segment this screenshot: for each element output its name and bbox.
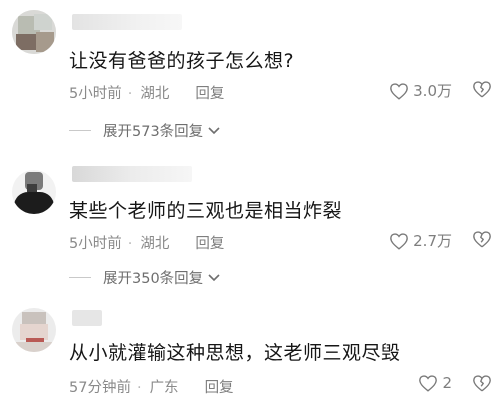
comment-text: 让没有爸爸的孩子怎么想? — [69, 50, 295, 72]
like-button[interactable]: 2.7万 — [389, 230, 452, 251]
reply-button[interactable]: 回复 — [195, 232, 224, 253]
meta-separator: · — [136, 380, 142, 396]
like-count: 2.7万 — [413, 232, 452, 250]
chevron-down-icon — [208, 273, 220, 281]
comment-item: 某些个老师的三观也是相当炸裂 5小时前 · 湖北 回复 2.7万 展开350条回复 — [0, 150, 500, 300]
comment-location: 湖北 — [140, 86, 170, 102]
broken-heart-icon — [473, 375, 491, 392]
expand-replies-label: 展开573条回复 — [103, 124, 204, 140]
meta-separator: · — [127, 86, 133, 102]
broken-heart-icon — [473, 81, 491, 98]
comment-location: 广东 — [149, 380, 179, 396]
username[interactable] — [72, 310, 102, 326]
reply-button[interactable]: 回复 — [205, 376, 234, 397]
comment-location: 湖北 — [140, 236, 170, 252]
expand-replies-label: 展开350条回复 — [103, 271, 204, 287]
comment-time: 57分钟前 — [69, 380, 131, 396]
broken-heart-icon — [473, 231, 491, 248]
dislike-button[interactable] — [472, 80, 492, 102]
comment-text: 某些个老师的三观也是相当炸裂 — [69, 200, 343, 222]
comment-item: 让没有爸爸的孩子怎么想? 5小时前 · 湖北 回复 3.0万 展开573条回复 — [0, 0, 500, 150]
divider-line — [69, 277, 91, 278]
reply-button[interactable]: 回复 — [195, 82, 224, 103]
like-count: 3.0万 — [413, 82, 452, 100]
meta-separator: · — [127, 236, 133, 252]
comment-time: 5小时前 — [69, 86, 122, 102]
heart-outline-icon — [419, 375, 438, 392]
avatar[interactable] — [12, 308, 56, 352]
like-count: 2 — [442, 374, 452, 392]
comment-item: 从小就灌输这种思想，这老师三观尽毁 57分钟前 · 广东 回复 2 — [0, 300, 500, 412]
heart-outline-icon — [390, 232, 409, 250]
expand-replies-button[interactable]: 展开573条回复 — [69, 120, 221, 141]
avatar[interactable] — [12, 10, 56, 54]
like-button[interactable]: 3.0万 — [389, 80, 452, 101]
comment-time: 5小时前 — [69, 236, 122, 252]
username[interactable] — [72, 14, 182, 30]
comment-meta: 57分钟前 · 广东 回复 — [69, 376, 234, 397]
like-button[interactable]: 2 — [418, 374, 452, 392]
comment-text: 从小就灌输这种思想，这老师三观尽毁 — [69, 342, 401, 364]
username[interactable] — [72, 166, 192, 182]
chevron-down-icon — [208, 126, 220, 134]
avatar[interactable] — [12, 170, 56, 214]
comment-meta: 5小时前 · 湖北 回复 — [69, 232, 224, 253]
dislike-button[interactable] — [472, 230, 492, 252]
expand-replies-button[interactable]: 展开350条回复 — [69, 267, 221, 288]
heart-outline-icon — [390, 82, 409, 100]
comment-meta: 5小时前 · 湖北 回复 — [69, 82, 224, 103]
dislike-button[interactable] — [472, 374, 492, 396]
divider-line — [69, 130, 91, 131]
